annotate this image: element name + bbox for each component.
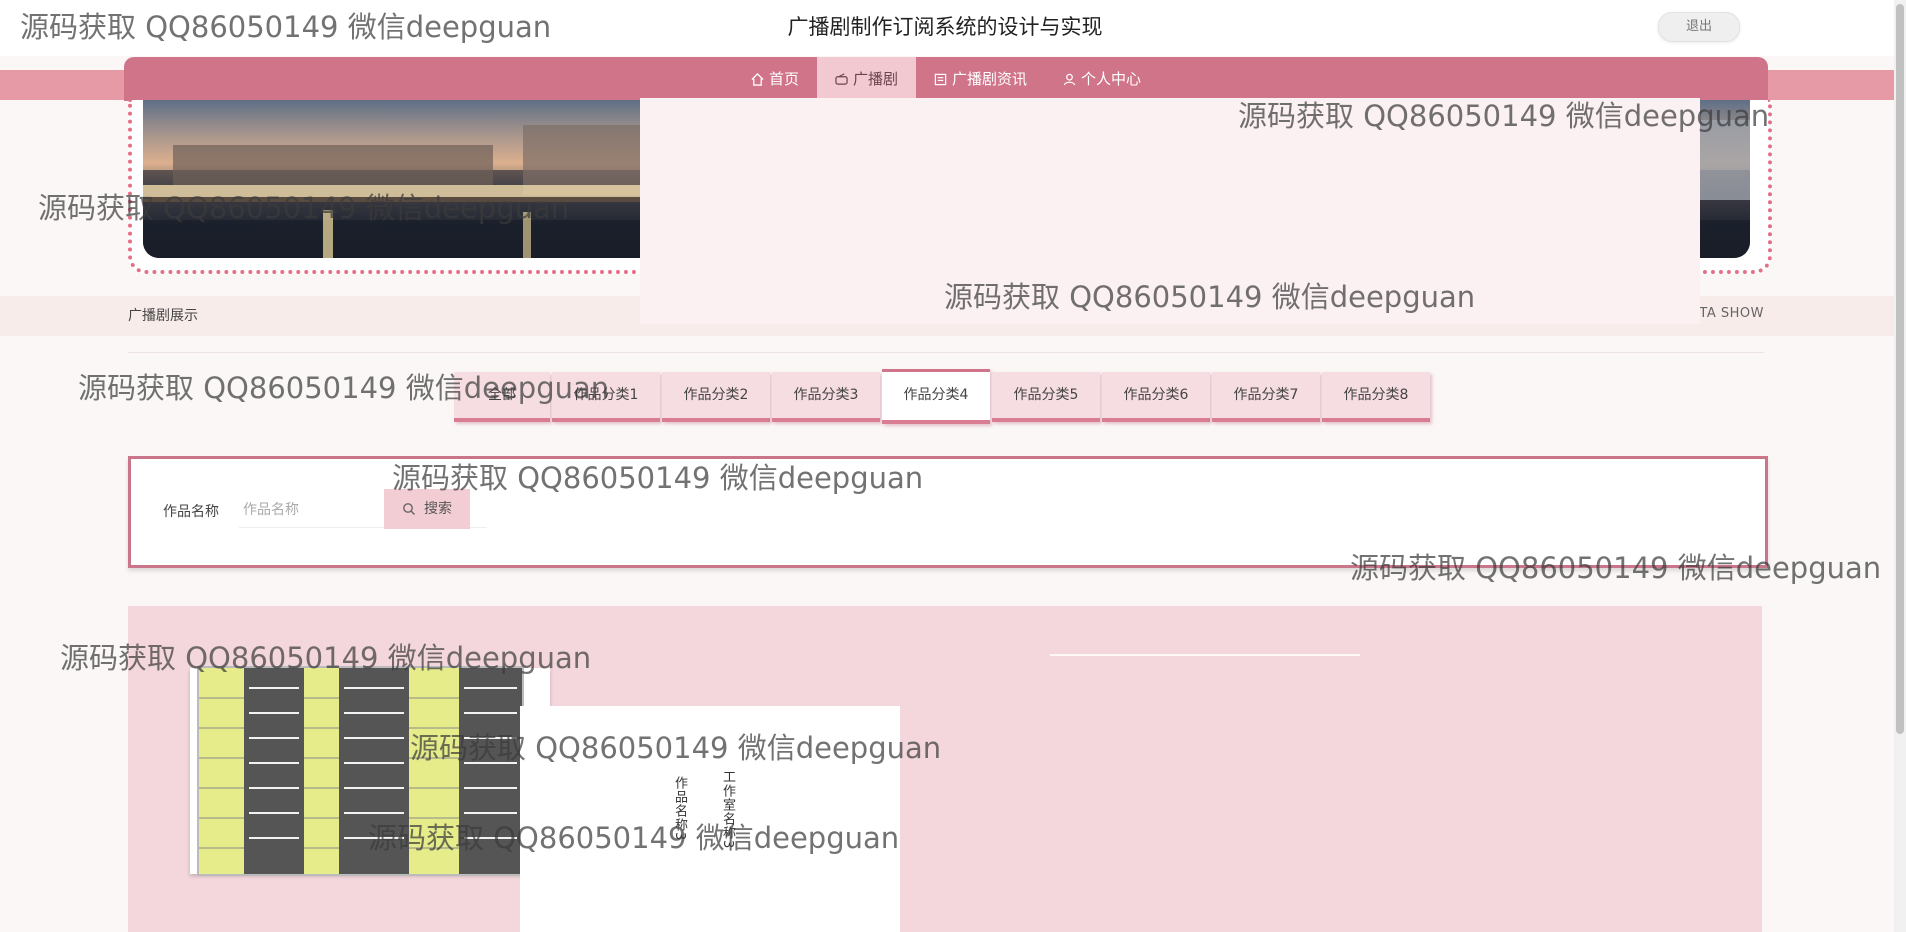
logout-button[interactable]: 退出: [1658, 12, 1740, 42]
nav-label-home: 首页: [768, 70, 799, 88]
scrollbar-thumb[interactable]: [1896, 4, 1904, 734]
radio-icon: [835, 72, 848, 85]
category-tabs: 全部 作品分类1 作品分类2 作品分类3 作品分类4 作品分类5 作品分类6 作…: [454, 369, 1432, 424]
tab-category-6[interactable]: 作品分类6: [1102, 372, 1210, 422]
search-icon: [403, 503, 415, 515]
nav-item-radio-drama[interactable]: 广播剧: [816, 57, 916, 101]
home-icon: [751, 72, 764, 86]
top-bar: 广播剧制作订阅系统的设计与实现 退出: [0, 0, 1906, 56]
user-icon: [1063, 73, 1076, 85]
search-button-label: 搜索: [424, 501, 452, 517]
product-image[interactable]: [197, 666, 524, 876]
tab-category-5[interactable]: 作品分类5: [992, 372, 1100, 422]
decor-line: [1050, 654, 1360, 656]
tab-category-7[interactable]: 作品分类7: [1212, 372, 1320, 422]
tab-category-1[interactable]: 作品分类1: [552, 372, 660, 422]
nav-item-home[interactable]: 首页: [733, 57, 817, 101]
section-title: 广播剧展示: [128, 308, 198, 324]
product-image-art: [199, 668, 522, 874]
search-label: 作品名称: [163, 504, 219, 520]
product-panel-inner: [640, 98, 1700, 324]
product-studio: 工作室名称3: [720, 770, 735, 850]
search-panel: 作品名称 搜索: [128, 456, 1768, 568]
nav-item-profile[interactable]: 个人中心: [1045, 57, 1159, 101]
page-scrollbar[interactable]: [1894, 0, 1906, 932]
divider: [128, 352, 1764, 353]
nav-label-news: 广播剧资讯: [952, 70, 1028, 88]
tab-category-4[interactable]: 作品分类4: [882, 369, 990, 424]
tab-category-8[interactable]: 作品分类8: [1322, 372, 1430, 422]
news-icon: [934, 73, 947, 85]
tab-category-2[interactable]: 作品分类2: [662, 372, 770, 422]
product-info: [520, 706, 900, 932]
product-name[interactable]: 作品名称3: [670, 776, 689, 841]
nav-label-profile: 个人中心: [1081, 70, 1142, 88]
nav-item-news[interactable]: 广播剧资讯: [916, 57, 1045, 101]
nav-label-radio-drama: 广播剧: [852, 70, 898, 88]
main-nav: 首页 广播剧 广播剧资讯 个人中心: [124, 57, 1768, 101]
tab-category-3[interactable]: 作品分类3: [772, 372, 880, 422]
site-title: 广播剧制作订阅系统的设计与实现: [787, 15, 1103, 39]
search-button[interactable]: 搜索: [384, 489, 470, 529]
tab-all[interactable]: 全部: [454, 372, 550, 422]
